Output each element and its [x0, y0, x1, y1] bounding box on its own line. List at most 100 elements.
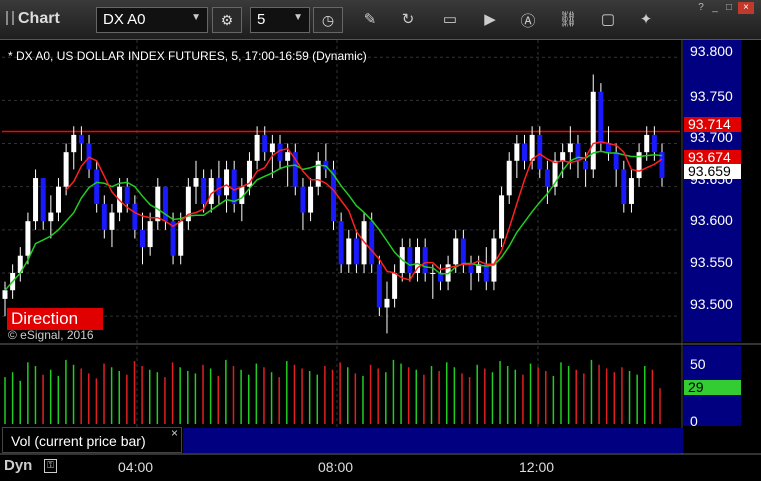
candle-body: [606, 143, 612, 153]
candle-body: [598, 91, 604, 144]
candle-body: [132, 203, 138, 230]
grip-icon[interactable]: [6, 11, 14, 25]
symbol-value: DX A0: [103, 11, 146, 28]
horizontal-line-price-tag: 93.714: [684, 117, 741, 132]
candle-body: [25, 221, 31, 256]
candle-body: [224, 169, 230, 196]
help-button[interactable]: ?: [694, 2, 708, 14]
chart-area[interactable]: * DX A0, US DOLLAR INDEX FUTURES, 5, 17:…: [0, 40, 761, 481]
candle-body: [33, 178, 39, 222]
candle-body: [529, 134, 535, 161]
candle-body: [78, 134, 84, 144]
price-tick: 93.800: [690, 43, 733, 59]
candle-body: [369, 221, 375, 265]
candle-body: [338, 221, 344, 265]
candle-body: [178, 221, 184, 256]
chart-canvas[interactable]: [0, 40, 761, 481]
candle-body: [201, 178, 207, 204]
minimize-button[interactable]: _: [708, 2, 722, 14]
candle-body: [101, 203, 107, 230]
candle-body: [407, 247, 413, 273]
candle-body: [483, 264, 489, 282]
candle-body: [216, 178, 222, 196]
link-icon[interactable]: ⛓: [558, 10, 578, 28]
refresh-icon[interactable]: ↻: [398, 10, 418, 28]
candle-body: [2, 290, 8, 299]
candle-body: [430, 272, 436, 274]
candle-body: [376, 264, 382, 308]
dynamic-label[interactable]: Dyn: [4, 457, 32, 474]
volume-tick: 0: [690, 413, 698, 429]
candle-body: [254, 134, 260, 161]
candle-body: [262, 134, 268, 153]
candle-body: [308, 186, 314, 213]
candle-body: [628, 178, 634, 204]
alert-icon[interactable]: Ⓐ: [518, 10, 538, 31]
candle-body: [460, 238, 466, 265]
candle-body: [40, 178, 46, 222]
candle-body: [231, 169, 237, 204]
maximize-button[interactable]: □: [722, 2, 736, 14]
time-axis: [0, 454, 761, 481]
price-tick: 93.550: [690, 254, 733, 270]
candle-body: [86, 143, 92, 170]
volume-tag: 29: [684, 380, 741, 395]
candle-body: [353, 238, 359, 265]
interval-combo[interactable]: 5 ▼: [250, 7, 310, 33]
candle-body: [613, 152, 619, 170]
candle-body: [506, 160, 512, 196]
dropdown-arrow-icon: ▼: [191, 12, 201, 23]
volume-label-strip: [183, 428, 683, 453]
symbol-description: * DX A0, US DOLLAR INDEX FUTURES, 5, 17:…: [8, 49, 367, 63]
candle-body: [590, 91, 596, 170]
volume-tick: 50: [690, 356, 706, 372]
pencil-icon[interactable]: ✎: [360, 10, 380, 28]
candle-body: [193, 178, 199, 187]
candle-body: [55, 186, 61, 213]
chat-icon[interactable]: ▢: [598, 10, 618, 28]
candle-body: [124, 186, 130, 204]
close-button[interactable]: ×: [738, 2, 754, 14]
gear-icon[interactable]: ⚙: [212, 7, 242, 33]
direction-label: Direction: [7, 308, 103, 330]
time-label: 12:00: [519, 459, 555, 475]
time-label: 08:00: [318, 459, 354, 475]
candle-body: [567, 143, 573, 153]
candle-body: [147, 221, 153, 248]
candle-body: [384, 298, 390, 308]
candle-body: [537, 134, 543, 170]
candle-body: [63, 152, 69, 187]
candle-body: [140, 229, 146, 248]
price-tick: 93.500: [690, 296, 733, 312]
candle-body: [453, 238, 459, 265]
price-tick: 93.750: [690, 88, 733, 104]
play-icon[interactable]: ▶: [480, 10, 500, 28]
last-price-tag: 93.659: [684, 164, 741, 179]
volume-study-label[interactable]: Vol (current price bar): [2, 427, 182, 453]
chart-title: Chart: [6, 10, 60, 28]
candle-body: [583, 160, 589, 170]
symbol-combo[interactable]: DX A0 ▼: [96, 7, 208, 33]
candle-body: [499, 195, 505, 239]
get-icon[interactable]: ▭: [440, 10, 460, 28]
candle-body: [94, 169, 100, 204]
candle-body: [71, 134, 77, 153]
candle-body: [422, 247, 428, 273]
lock-icon[interactable]: ⚿: [44, 459, 57, 473]
candle-body: [285, 152, 291, 161]
candle-body: [155, 186, 161, 222]
candle-body: [109, 212, 115, 230]
candle-body: [651, 134, 657, 153]
time-label: 04:00: [118, 459, 154, 475]
candle-body: [300, 186, 306, 213]
copyright-text: © eSignal, 2016: [8, 328, 94, 342]
close-icon[interactable]: ×: [171, 426, 178, 440]
candle-body: [621, 169, 627, 204]
candle-body: [514, 143, 520, 161]
candle-body: [392, 272, 398, 299]
candle-body: [544, 169, 550, 187]
twitter-icon[interactable]: ✦: [636, 10, 656, 28]
candle-body: [521, 143, 527, 161]
candle-body: [468, 264, 474, 273]
clock-icon[interactable]: ◷: [313, 7, 343, 33]
